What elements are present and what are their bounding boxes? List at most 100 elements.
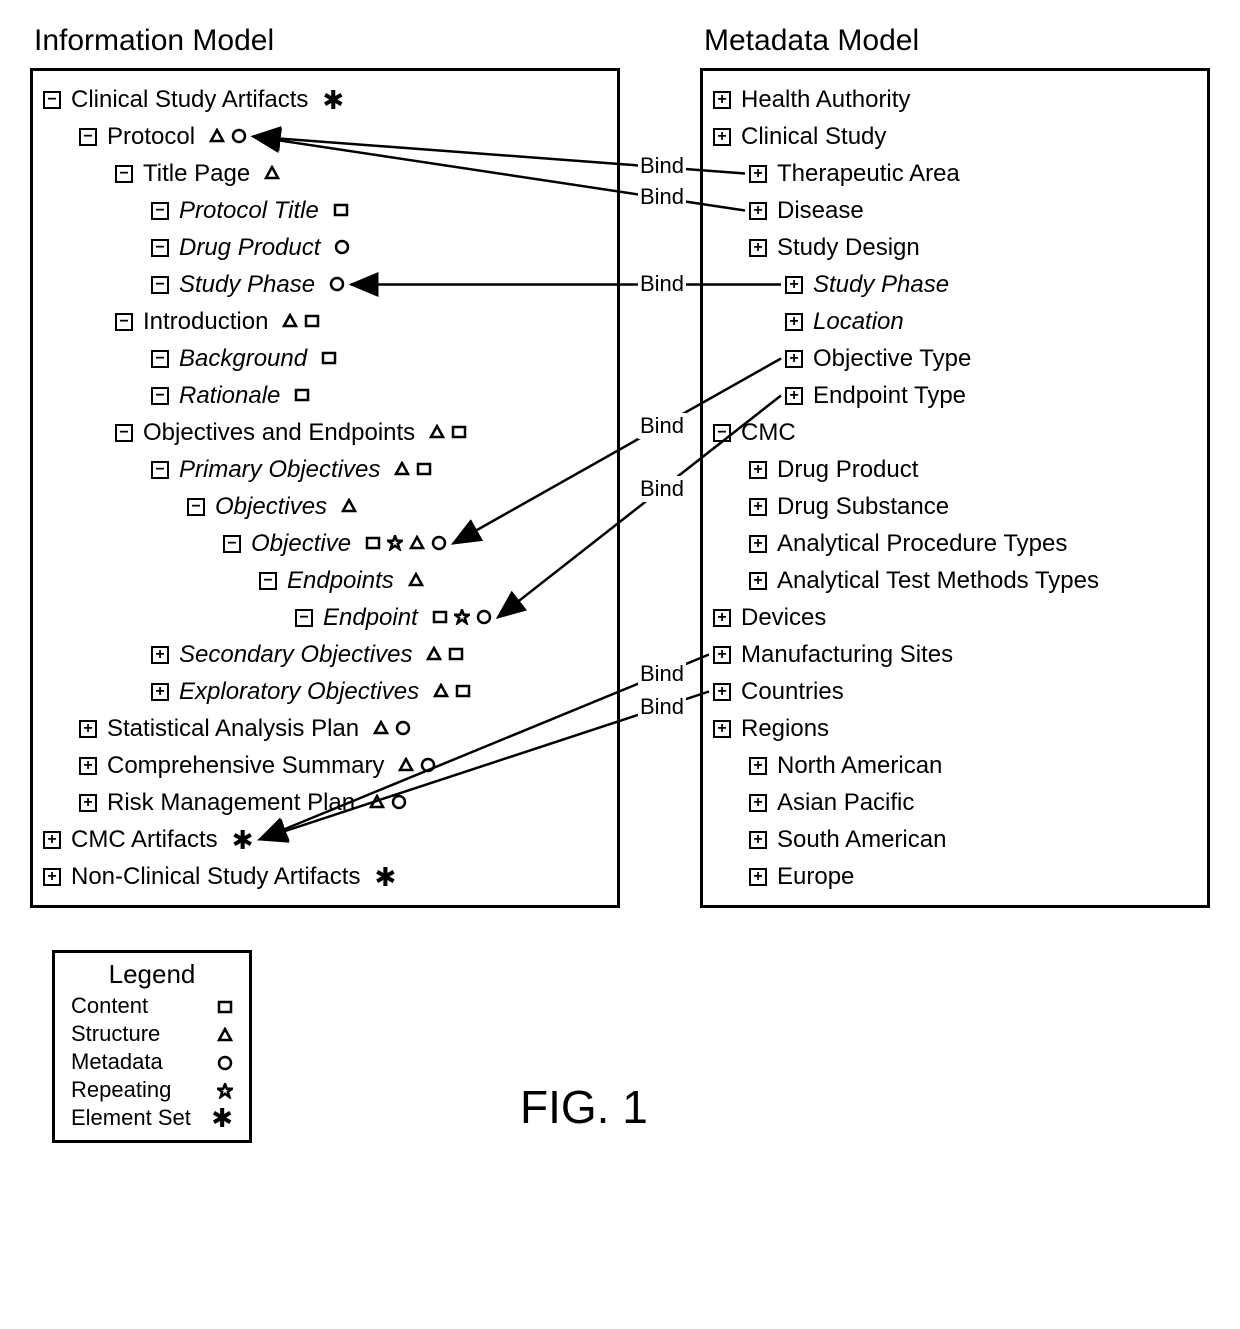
tree-toggle-icon[interactable] xyxy=(115,165,133,183)
metadata-model-title: Metadata Model xyxy=(704,24,919,58)
tree-toggle-icon[interactable] xyxy=(713,646,731,664)
meta-node-dev[interactable]: Devices xyxy=(713,599,1197,636)
tree-toggle-icon[interactable] xyxy=(713,91,731,109)
tree-toggle-icon[interactable] xyxy=(785,387,803,405)
meta-node-clin[interactable]: Clinical Study xyxy=(713,118,1197,155)
tree-toggle-icon[interactable] xyxy=(115,424,133,442)
tree-toggle-icon[interactable] xyxy=(151,387,169,405)
tree-toggle-icon[interactable] xyxy=(749,794,767,812)
tree-toggle-icon[interactable] xyxy=(713,128,731,146)
meta-node-atmt[interactable]: Analytical Test Methods Types xyxy=(713,562,1197,599)
tree-toggle-icon[interactable] xyxy=(749,757,767,775)
tree-toggle-icon[interactable] xyxy=(151,461,169,479)
meta-node-msp[interactable]: Study Phase xyxy=(713,266,1197,303)
info-node-ncsa[interactable]: Non-Clinical Study Artifacts✱ xyxy=(43,858,607,895)
meta-node-sa[interactable]: South American xyxy=(713,821,1197,858)
meta-node-mds[interactable]: Drug Substance xyxy=(713,488,1197,525)
node-label: Therapeutic Area xyxy=(777,160,960,188)
meta-node-apt[interactable]: Analytical Procedure Types xyxy=(713,525,1197,562)
tree-toggle-icon[interactable] xyxy=(749,868,767,886)
tree-toggle-icon[interactable] xyxy=(43,868,61,886)
tree-toggle-icon[interactable] xyxy=(295,609,313,627)
meta-node-ctry[interactable]: Countries xyxy=(713,673,1197,710)
tree-toggle-icon[interactable] xyxy=(151,683,169,701)
info-node-eps[interactable]: Endpoints xyxy=(43,562,607,599)
tree-toggle-icon[interactable] xyxy=(151,239,169,257)
tree-toggle-icon[interactable] xyxy=(259,572,277,590)
tree-toggle-icon[interactable] xyxy=(749,535,767,553)
meta-node-ap[interactable]: Asian Pacific xyxy=(713,784,1197,821)
tree-toggle-icon[interactable] xyxy=(713,424,731,442)
meta-node-na[interactable]: North American xyxy=(713,747,1197,784)
info-node-bg[interactable]: Background xyxy=(43,340,607,377)
node-label: Europe xyxy=(777,863,854,891)
meta-node-dis[interactable]: Disease xyxy=(713,192,1197,229)
tree-toggle-icon[interactable] xyxy=(223,535,241,553)
meta-node-cmc[interactable]: CMC xyxy=(713,414,1197,451)
info-node-objs[interactable]: Objectives xyxy=(43,488,607,525)
tree-toggle-icon[interactable] xyxy=(749,498,767,516)
info-node-sap[interactable]: Statistical Analysis Plan xyxy=(43,710,607,747)
tree-toggle-icon[interactable] xyxy=(713,720,731,738)
meta-node-ms[interactable]: Manufacturing Sites xyxy=(713,636,1197,673)
tree-toggle-icon[interactable] xyxy=(79,757,97,775)
tree-toggle-icon[interactable] xyxy=(151,276,169,294)
info-node-oe[interactable]: Objectives and Endpoints xyxy=(43,414,607,451)
tree-toggle-icon[interactable] xyxy=(43,831,61,849)
info-node-cs[interactable]: Comprehensive Summary xyxy=(43,747,607,784)
meta-node-ta[interactable]: Therapeutic Area xyxy=(713,155,1197,192)
tree-toggle-icon[interactable] xyxy=(187,498,205,516)
meta-node-ot[interactable]: Objective Type xyxy=(713,340,1197,377)
tree-toggle-icon[interactable] xyxy=(749,831,767,849)
meta-node-ha[interactable]: Health Authority xyxy=(713,81,1197,118)
info-node-title[interactable]: Title Page xyxy=(43,155,607,192)
info-node-pt[interactable]: Protocol Title xyxy=(43,192,607,229)
tree-toggle-icon[interactable] xyxy=(43,91,61,109)
info-node-sp[interactable]: Study Phase xyxy=(43,266,607,303)
tree-toggle-icon[interactable] xyxy=(151,350,169,368)
node-label: Analytical Test Methods Types xyxy=(777,567,1099,595)
info-node-dp[interactable]: Drug Product xyxy=(43,229,607,266)
tree-toggle-icon[interactable] xyxy=(79,128,97,146)
tree-toggle-icon[interactable] xyxy=(151,646,169,664)
legend-label: Structure xyxy=(71,1021,160,1047)
bind-label: Bind xyxy=(638,413,686,439)
info-node-intro[interactable]: Introduction xyxy=(43,303,607,340)
info-node-eo[interactable]: Exploratory Objectives xyxy=(43,673,607,710)
tree-toggle-icon[interactable] xyxy=(785,276,803,294)
info-node-proto[interactable]: Protocol xyxy=(43,118,607,155)
info-node-rmp[interactable]: Risk Management Plan xyxy=(43,784,607,821)
tree-toggle-icon[interactable] xyxy=(749,461,767,479)
meta-node-eu[interactable]: Europe xyxy=(713,858,1197,895)
info-node-so[interactable]: Secondary Objectives xyxy=(43,636,607,673)
tree-toggle-icon[interactable] xyxy=(749,239,767,257)
tree-toggle-icon[interactable] xyxy=(785,313,803,331)
tree-toggle-icon[interactable] xyxy=(713,609,731,627)
node-label: CMC xyxy=(741,419,796,447)
tree-toggle-icon[interactable] xyxy=(749,202,767,220)
meta-node-sd[interactable]: Study Design xyxy=(713,229,1197,266)
info-node-ep[interactable]: Endpoint xyxy=(43,599,607,636)
tree-toggle-icon[interactable] xyxy=(713,683,731,701)
info-node-csa[interactable]: Clinical Study Artifacts✱ xyxy=(43,81,607,118)
tree-toggle-icon[interactable] xyxy=(749,572,767,590)
information-model-panel: Clinical Study Artifacts✱ProtocolTitle P… xyxy=(30,68,620,908)
info-node-cmca[interactable]: CMC Artifacts✱ xyxy=(43,821,607,858)
tree-toggle-icon[interactable] xyxy=(79,720,97,738)
node-label: Primary Objectives xyxy=(179,456,380,484)
info-node-obj[interactable]: Objective xyxy=(43,525,607,562)
meta-node-reg[interactable]: Regions xyxy=(713,710,1197,747)
tree-toggle-icon[interactable] xyxy=(785,350,803,368)
tree-toggle-icon[interactable] xyxy=(151,202,169,220)
node-label: Disease xyxy=(777,197,864,225)
meta-node-mdp[interactable]: Drug Product xyxy=(713,451,1197,488)
meta-node-loc[interactable]: Location xyxy=(713,303,1197,340)
tree-toggle-icon[interactable] xyxy=(749,165,767,183)
tree-toggle-icon[interactable] xyxy=(79,794,97,812)
legend-label: Content xyxy=(71,993,148,1019)
tree-toggle-icon[interactable] xyxy=(115,313,133,331)
info-node-po[interactable]: Primary Objectives xyxy=(43,451,607,488)
meta-node-et[interactable]: Endpoint Type xyxy=(713,377,1197,414)
info-node-rat[interactable]: Rationale xyxy=(43,377,607,414)
node-label: Objective xyxy=(251,530,351,558)
